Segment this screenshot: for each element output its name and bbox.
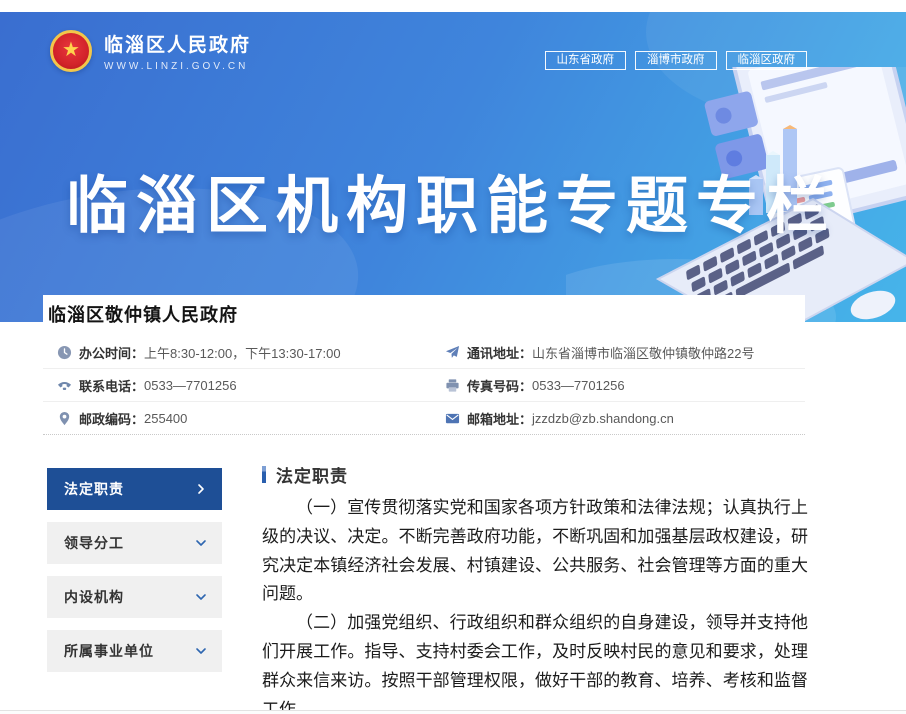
- site-name: 临淄区人民政府: [104, 30, 251, 57]
- chevron-right-icon: [195, 483, 207, 495]
- send-icon: [445, 345, 460, 360]
- content-heading: 法定职责: [262, 462, 808, 487]
- sidebar-item-internal-orgs[interactable]: 内设机构: [47, 576, 222, 618]
- heading-accent-bar: [262, 466, 266, 483]
- main-content: 法定职责 （一）宣传贯彻落实党和国家各项方针政策和法律法规；认真执行上级的决议、…: [262, 462, 808, 714]
- chevron-down-icon: [195, 591, 207, 603]
- sidebar-item-label: 所属事业单位: [64, 641, 154, 661]
- paragraph-1: （一）宣传贯彻落实党和国家各项方针政策和法律法规；认真执行上级的决议、决定。不断…: [262, 494, 808, 609]
- banner: ★ 临淄区人民政府 WWW.LINZI.GOV.CN 山东省政府 淄博市政府 临…: [0, 12, 906, 322]
- banner-title: 临淄区机构职能专题专栏: [66, 155, 814, 245]
- info-value: 上午8:30-12:00，下午13:30-17:00: [144, 343, 341, 362]
- location-pin-icon: [57, 411, 72, 426]
- clock-icon: [57, 345, 72, 360]
- info-value: 0533—7701256: [532, 378, 625, 393]
- agency-card: 临淄区敬仲镇人民政府: [43, 295, 805, 335]
- national-emblem-icon[interactable]: ★: [50, 30, 92, 72]
- sidebar-item-subordinate-units[interactable]: 所属事业单位: [47, 630, 222, 672]
- page-bottom-divider: [0, 710, 906, 714]
- fax-printer-icon: [445, 378, 460, 393]
- info-label: 邮政编码：: [79, 409, 144, 428]
- info-item-phone: 联系电话： 0533—7701256: [43, 369, 445, 401]
- content-heading-text: 法定职责: [276, 462, 348, 487]
- site-header: ★ 临淄区人民政府 WWW.LINZI.GOV.CN: [50, 30, 251, 72]
- link-linzi-gov[interactable]: 临淄区政府: [726, 51, 808, 70]
- link-shandong-gov[interactable]: 山东省政府: [545, 51, 627, 70]
- info-value: jzzdzb@zb.shandong.cn: [532, 411, 674, 426]
- info-value: 0533—7701256: [144, 378, 237, 393]
- sidebar: 法定职责 领导分工 内设机构 所属事业单位: [47, 468, 222, 684]
- link-zibo-gov[interactable]: 淄博市政府: [635, 51, 717, 70]
- envelope-icon: [445, 411, 460, 426]
- info-row: 邮政编码： 255400 邮箱地址： jzzdzb@zb.shandong.cn: [43, 402, 805, 435]
- info-label: 邮箱地址：: [467, 409, 532, 428]
- site-url: WWW.LINZI.GOV.CN: [104, 61, 251, 72]
- info-label: 联系电话：: [79, 376, 144, 395]
- info-label: 通讯地址：: [467, 343, 532, 362]
- info-item-postcode: 邮政编码： 255400: [43, 402, 445, 434]
- info-value: 255400: [144, 411, 187, 426]
- page: ★ 临淄区人民政府 WWW.LINZI.GOV.CN 山东省政府 淄博市政府 临…: [0, 0, 906, 714]
- info-item-email: 邮箱地址： jzzdzb@zb.shandong.cn: [445, 402, 805, 434]
- info-row: 联系电话： 0533—7701256 传真号码： 0533—7701256: [43, 369, 805, 402]
- chevron-down-icon: [195, 537, 207, 549]
- sidebar-item-leadership[interactable]: 领导分工: [47, 522, 222, 564]
- content-body: （一）宣传贯彻落实党和国家各项方针政策和法律法规；认真执行上级的决议、决定。不断…: [262, 494, 808, 714]
- agency-info-section: 办公时间： 上午8:30-12:00，下午13:30-17:00 通讯地址： 山…: [43, 336, 805, 435]
- info-item-fax: 传真号码： 0533—7701256: [445, 369, 805, 401]
- top-strip: [0, 0, 906, 12]
- paragraph-2: （二）加强党组织、行政组织和群众组织的自身建设，领导并支持他们开展工作。指导、支…: [262, 609, 808, 714]
- gov-links: 山东省政府 淄博市政府 临淄区政府: [536, 51, 808, 70]
- info-label: 办公时间：: [79, 343, 144, 362]
- sidebar-item-label: 内设机构: [64, 587, 124, 607]
- info-item-address: 通讯地址： 山东省淄博市临淄区敬仲镇敬仲路22号: [445, 336, 805, 368]
- sidebar-item-legal-duties[interactable]: 法定职责: [47, 468, 222, 510]
- site-title[interactable]: 临淄区人民政府 WWW.LINZI.GOV.CN: [104, 30, 251, 72]
- info-row: 办公时间： 上午8:30-12:00，下午13:30-17:00 通讯地址： 山…: [43, 336, 805, 369]
- agency-title: 临淄区敬仲镇人民政府: [43, 295, 805, 335]
- sidebar-item-label: 领导分工: [64, 533, 124, 553]
- sidebar-item-label: 法定职责: [64, 479, 124, 499]
- phone-icon: [57, 378, 72, 393]
- info-label: 传真号码：: [467, 376, 532, 395]
- chevron-down-icon: [195, 645, 207, 657]
- info-item-office-hours: 办公时间： 上午8:30-12:00，下午13:30-17:00: [43, 336, 445, 368]
- info-value: 山东省淄博市临淄区敬仲镇敬仲路22号: [532, 343, 754, 362]
